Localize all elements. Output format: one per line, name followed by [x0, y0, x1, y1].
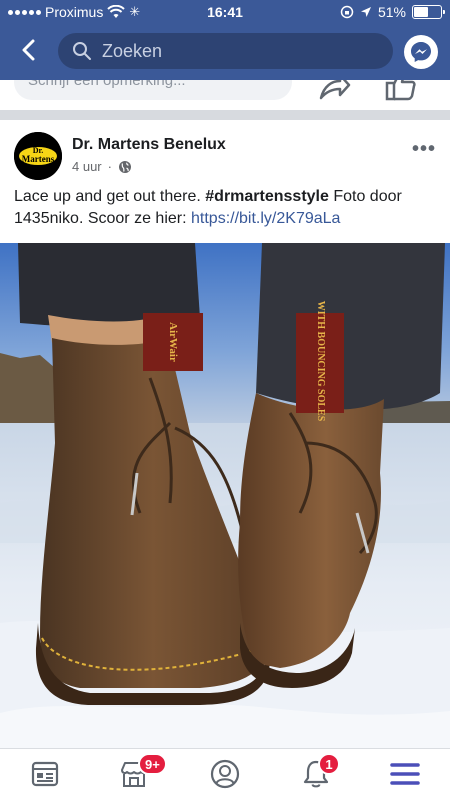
battery-icon: [412, 5, 445, 19]
bottom-navigation: 9+ 1: [0, 748, 450, 800]
page-name[interactable]: Dr. Martens Benelux: [72, 136, 226, 154]
globe-icon: [118, 160, 131, 173]
post-photo[interactable]: AirWair WITH BOUNCING SOLES: [0, 243, 450, 748]
boots-photo-illustration: AirWair WITH BOUNCING SOLES: [0, 243, 450, 748]
back-button[interactable]: [14, 36, 42, 64]
nav-profile[interactable]: [207, 757, 243, 791]
search-icon: [73, 42, 91, 60]
search-input[interactable]: [102, 40, 362, 62]
bouncing-soles-label: WITH BOUNCING SOLES: [315, 301, 326, 422]
orientation-lock-icon: [340, 5, 354, 19]
comment-input[interactable]: Schrijf een opmerking...: [14, 80, 292, 100]
previous-post-actions: Schrijf een opmerking...: [0, 80, 450, 110]
page-avatar[interactable]: Dr. Martens: [14, 132, 62, 180]
hashtag-link[interactable]: #drmartensstyle: [205, 188, 329, 205]
caption-intro: Lace up and get out there.: [14, 188, 206, 205]
news-feed-icon: [31, 761, 59, 787]
messenger-icon: [411, 42, 431, 62]
location-icon: [360, 7, 371, 17]
more-options-icon[interactable]: •••: [412, 138, 436, 161]
post-caption: Lace up and get out there. #drmartenssty…: [14, 186, 434, 230]
status-bar: Proximus ✳ 16:41 51%: [0, 0, 450, 24]
feed-divider: [0, 110, 450, 120]
like-icon[interactable]: [384, 80, 418, 102]
meta-separator: ·: [107, 159, 112, 174]
notifications-badge: 1: [318, 753, 340, 775]
share-icon[interactable]: [318, 80, 352, 102]
search-bar[interactable]: [58, 33, 393, 69]
top-app-bar: Proximus ✳ 16:41 51%: [0, 0, 450, 80]
status-right: 51%: [340, 4, 445, 20]
profile-icon: [210, 759, 240, 789]
svg-text:Martens: Martens: [22, 154, 55, 164]
nav-marketplace[interactable]: 9+: [116, 753, 167, 791]
air-wair-label: AirWair: [167, 322, 179, 362]
post-header: Dr. Martens Dr. Martens Benelux 4 uur · …: [0, 120, 450, 184]
battery-fill: [414, 7, 429, 17]
post-url-link[interactable]: https://bit.ly/2K79aLa: [191, 210, 340, 227]
messenger-button[interactable]: [404, 35, 438, 69]
hamburger-menu-icon: [390, 763, 420, 785]
chevron-left-icon: [22, 39, 35, 61]
nav-news-feed[interactable]: [27, 757, 63, 791]
dr-martens-logo: Dr. Martens: [14, 132, 62, 180]
post-time[interactable]: 4 uur: [72, 159, 102, 174]
marketplace-badge: 9+: [138, 753, 167, 775]
post-meta: 4 uur ·: [72, 159, 132, 174]
nav-menu[interactable]: [387, 757, 423, 791]
nav-notifications[interactable]: 1: [298, 753, 340, 791]
battery-percent: 51%: [377, 4, 406, 20]
